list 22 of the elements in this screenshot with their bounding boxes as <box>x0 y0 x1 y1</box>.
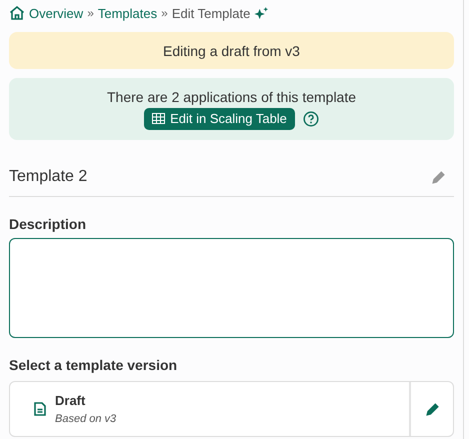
template-name: Template 2 <box>9 168 88 186</box>
version-subtitle: Based on v3 <box>55 413 116 425</box>
version-title: Draft <box>55 393 86 408</box>
document-icon <box>34 402 46 416</box>
breadcrumb-separator: » <box>87 6 94 20</box>
table-icon <box>152 113 166 124</box>
version-label: Select a template version <box>9 357 178 375</box>
description-field[interactable] <box>9 238 454 338</box>
help-icon[interactable] <box>302 110 319 126</box>
version-card[interactable]: Draft Based on v3 <box>9 381 454 437</box>
sparkle-icon <box>254 6 270 20</box>
draft-banner: Editing a draft from v3 <box>9 32 454 69</box>
description-label: Description <box>9 216 88 234</box>
rename-icon[interactable] <box>431 170 446 184</box>
breadcrumb-current: Edit Template <box>172 6 250 20</box>
breadcrumb-separator: » <box>161 6 168 20</box>
breadcrumb-link[interactable]: Overview <box>29 6 84 20</box>
scaling-table-button[interactable]: Edit in Scaling Table <box>144 108 295 130</box>
home-icon[interactable] <box>9 5 25 21</box>
applications-text: There are 2 applications of this template <box>106 88 356 104</box>
breadcrumb-link[interactable]: Templates <box>98 6 158 20</box>
edit-icon[interactable] <box>424 402 440 416</box>
